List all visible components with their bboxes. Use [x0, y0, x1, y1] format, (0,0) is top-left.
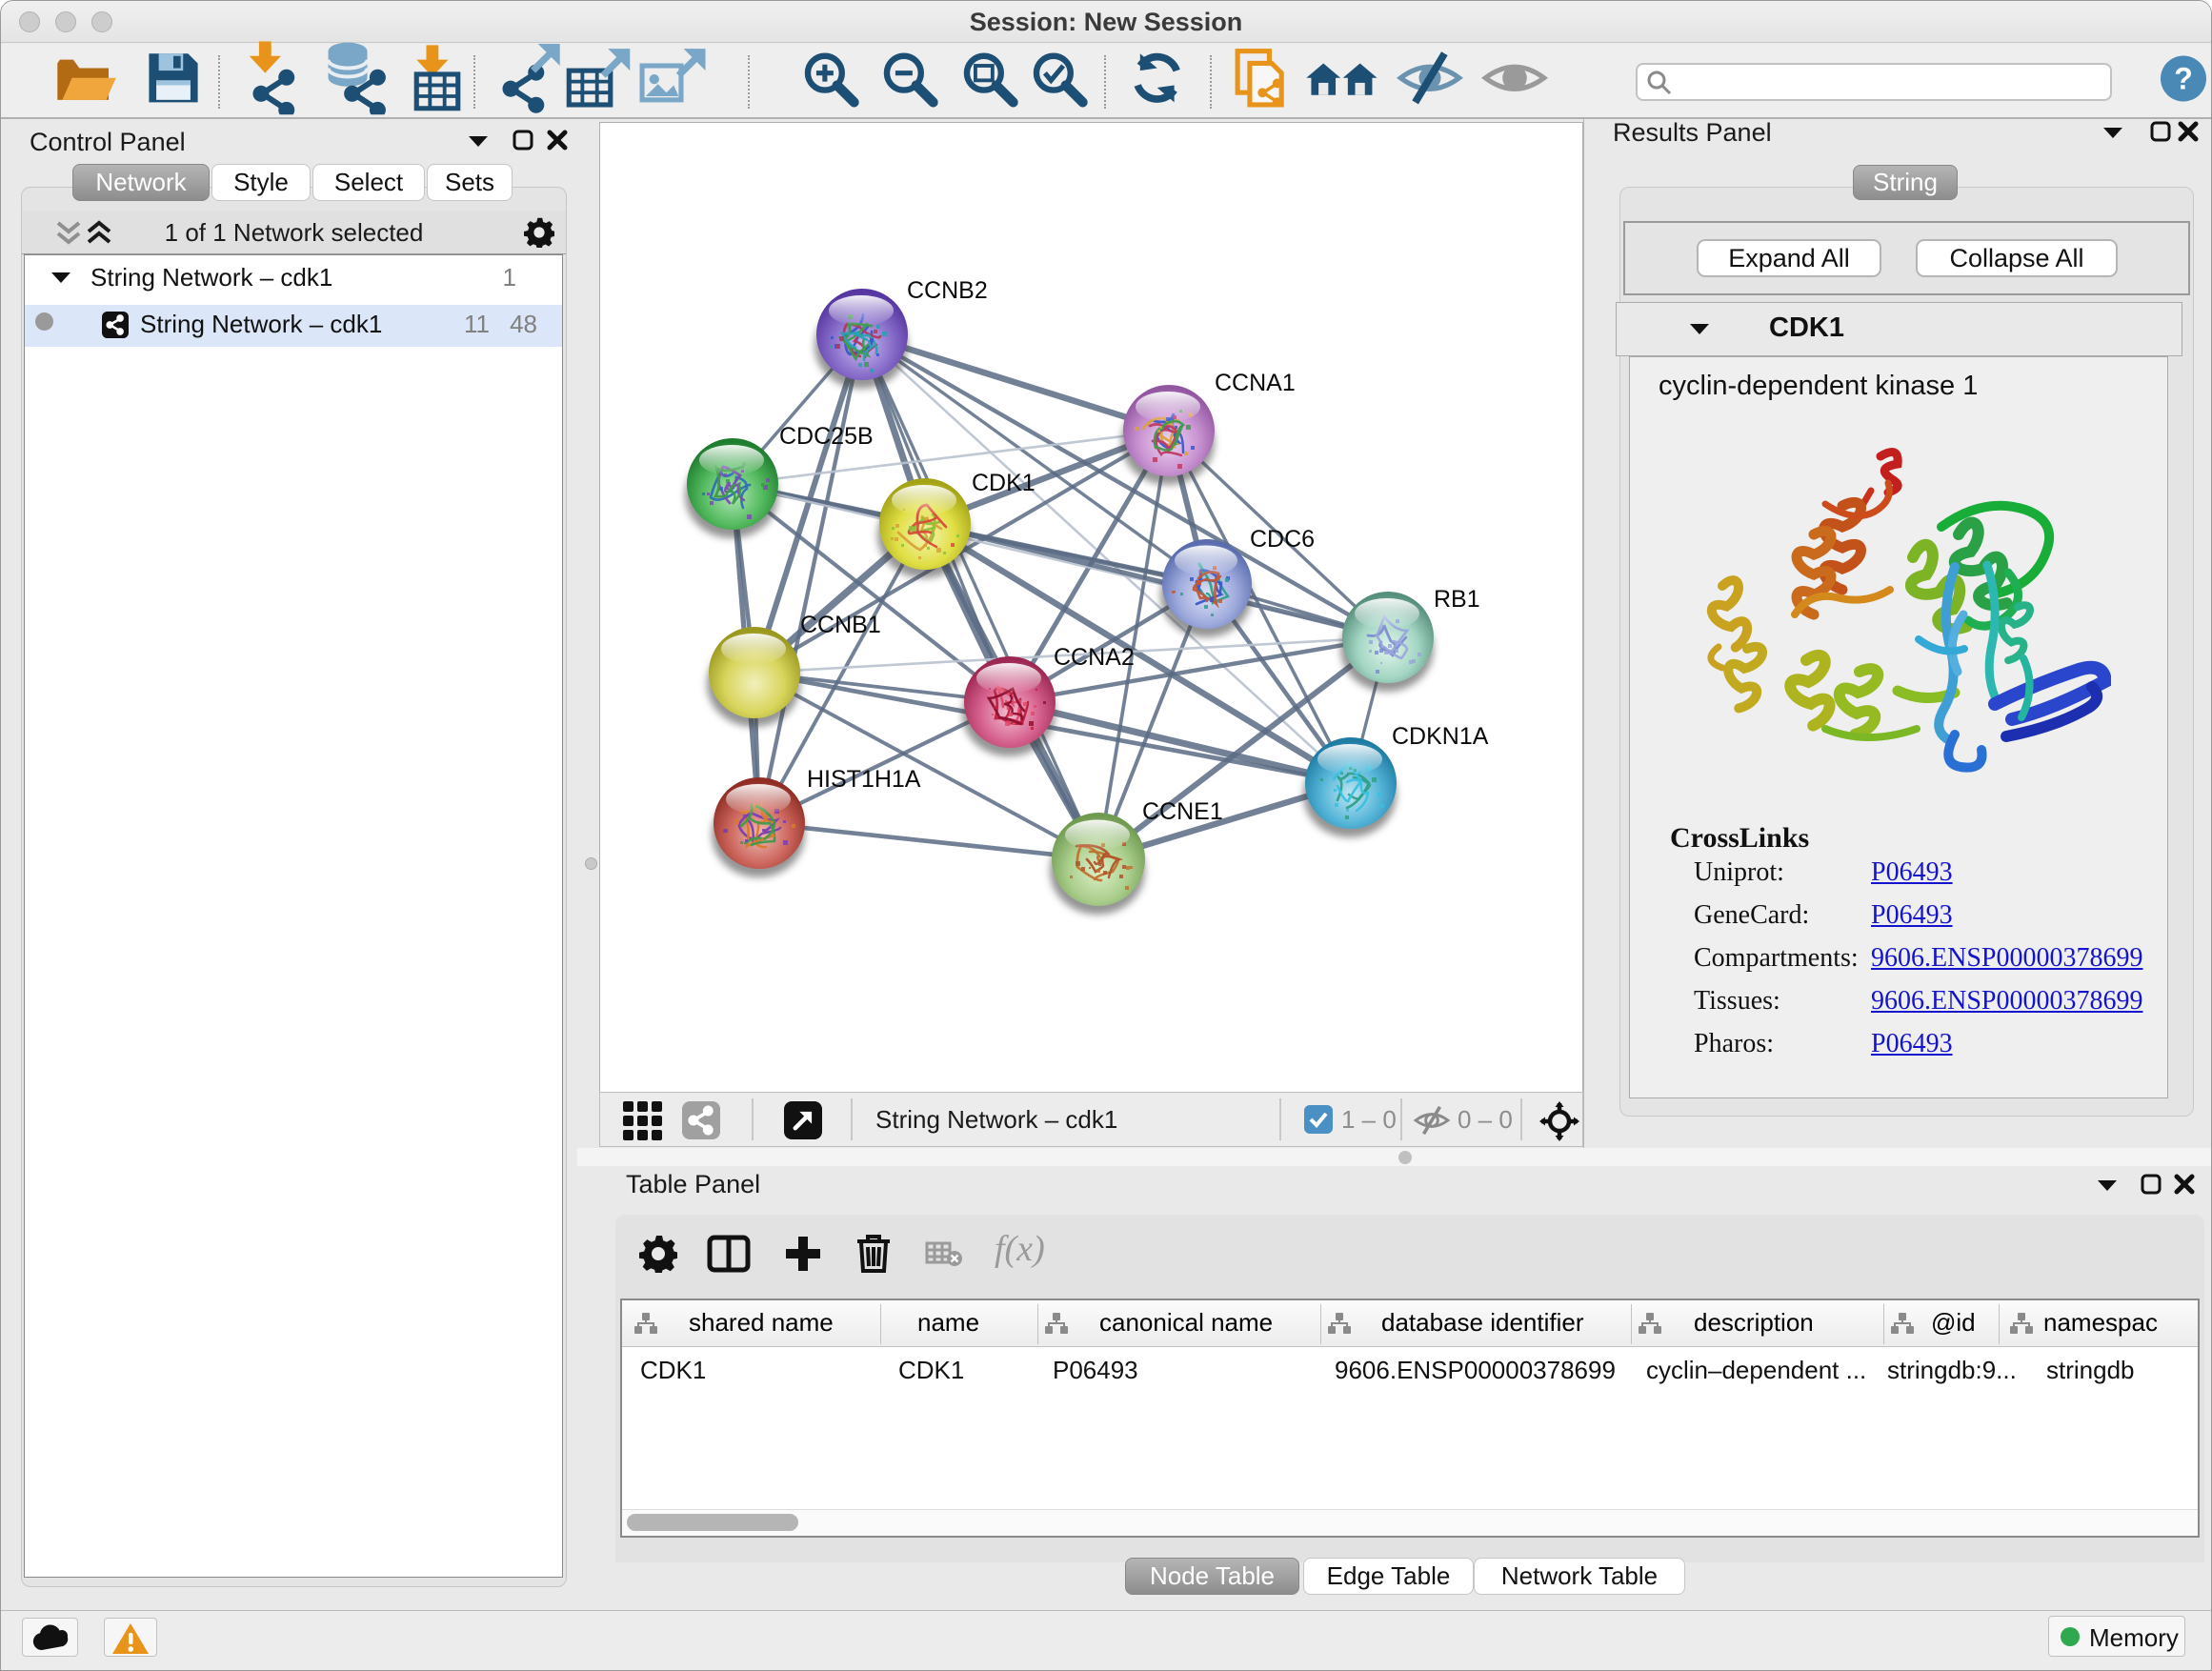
svg-text:?: ? — [2174, 61, 2193, 95]
svg-text:CCNB1: CCNB1 — [800, 612, 881, 638]
svg-text:CDKN1A: CDKN1A — [1392, 723, 1489, 750]
svg-text:CCNE1: CCNE1 — [1142, 798, 1223, 825]
svg-text:CDC6: CDC6 — [1250, 526, 1315, 553]
svg-text:CCNB2: CCNB2 — [907, 277, 988, 304]
svg-text:CCNA2: CCNA2 — [1054, 644, 1135, 671]
svg-text:HIST1H1A: HIST1H1A — [807, 766, 921, 793]
svg-text:CDC25B: CDC25B — [779, 423, 874, 450]
svg-text:CCNA1: CCNA1 — [1215, 370, 1296, 396]
svg-text:RB1: RB1 — [1434, 586, 1480, 613]
svg-text:CDK1: CDK1 — [972, 470, 1036, 496]
